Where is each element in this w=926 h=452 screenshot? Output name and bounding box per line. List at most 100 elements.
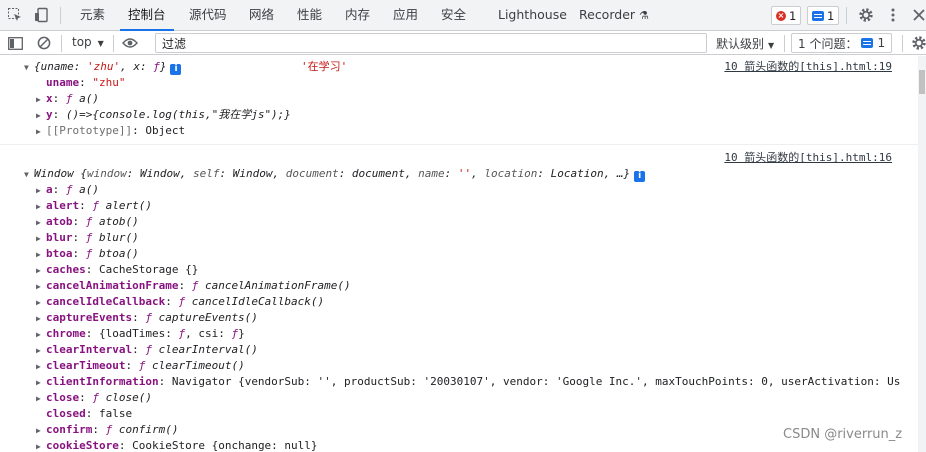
object-preview[interactable]: {uname: 'zhu', x: ƒ} <box>34 60 166 73</box>
property-row[interactable]: ▶ cancelIdleCallback: ƒ cancelIdleCallbac… <box>0 294 918 310</box>
tab-memory[interactable]: 内存 <box>345 0 370 30</box>
object-preview[interactable]: Window {window: Window, self: Window, do… <box>34 167 630 180</box>
tab-lighthouse[interactable]: Lighthouse <box>498 0 567 30</box>
sidebar-toggle-icon[interactable] <box>7 35 23 51</box>
expand-triangle-icon[interactable]: ▶ <box>36 247 46 263</box>
property-row[interactable]: ▶ x: ƒ a() <box>0 91 918 107</box>
property-row[interactable]: ▶ blur: ƒ blur() <box>0 230 918 246</box>
property-value: ƒ a() <box>65 92 99 105</box>
error-count: 1 <box>789 8 797 23</box>
property-row[interactable]: ▶ captureEvents: ƒ captureEvents() <box>0 310 918 326</box>
expand-triangle-icon[interactable]: ▶ <box>36 231 46 247</box>
property-key: [[Prototype]] <box>46 124 133 137</box>
property-row[interactable]: ▶ [[Prototype]]: Object <box>0 123 918 139</box>
property-row[interactable]: uname: "zhu" <box>0 75 918 91</box>
message-count-badge[interactable]: 1 <box>807 6 840 25</box>
console-settings-gear-icon[interactable] <box>911 35 926 51</box>
property-value: false <box>99 407 133 420</box>
clear-console-icon[interactable] <box>36 35 52 51</box>
toolbar-divider <box>60 7 61 24</box>
expand-triangle-icon[interactable]: ▶ <box>36 199 46 215</box>
property-row[interactable]: ▶ caches: CacheStorage {} <box>0 262 918 278</box>
message-icon <box>861 38 874 48</box>
expand-triangle-icon[interactable]: ▶ <box>36 215 46 231</box>
property-row[interactable]: ▶ atob: ƒ atob() <box>0 214 918 230</box>
property-key: captureEvents <box>46 311 133 324</box>
device-toolbar-icon[interactable] <box>33 6 51 24</box>
property-row[interactable]: ▶ confirm: ƒ confirm() <box>0 422 918 438</box>
tab-recorder[interactable]: Recorder ⚗ <box>579 0 649 30</box>
expand-triangle-icon[interactable]: ▶ <box>36 391 46 407</box>
source-link[interactable]: 10 箭头函数的[this].html:19 <box>724 59 892 75</box>
property-row[interactable]: ▶ clearInterval: ƒ clearInterval() <box>0 342 918 358</box>
expand-triangle-icon[interactable]: ▶ <box>36 343 46 359</box>
expand-triangle-icon[interactable]: ▶ <box>36 359 46 375</box>
more-options-icon[interactable] <box>884 6 902 24</box>
live-expression-eye-icon[interactable] <box>122 35 138 51</box>
property-row[interactable]: ▶ btoa: ƒ btoa() <box>0 246 918 262</box>
log-string: '在学习' <box>301 60 348 73</box>
property-row[interactable]: ▶ y: ()=>{console.log(this,"我在学js");} <box>0 107 918 123</box>
toolbar-divider <box>113 35 114 52</box>
expand-triangle-icon[interactable]: ▶ <box>36 263 46 279</box>
preview-text: {uname: <box>34 60 87 73</box>
error-count-badge[interactable]: × 1 <box>771 6 802 25</box>
property-value: ƒ cancelAnimationFrame() <box>191 279 351 292</box>
property-value: ƒ a() <box>65 183 99 196</box>
property-row[interactable]: ▶ alert: ƒ alert() <box>0 198 918 214</box>
context-selector[interactable]: top ▼ <box>72 35 104 49</box>
tab-console[interactable]: 控制台 <box>120 0 173 31</box>
issues-button[interactable]: 1 个问题： 1 <box>791 33 893 53</box>
source-link[interactable]: 10 箭头函数的[this].html:16 <box>724 150 892 166</box>
property-row[interactable]: ▶ a: ƒ a() <box>0 182 918 198</box>
property-row[interactable]: ▶ clientInformation: Navigator {vendorSub… <box>0 374 918 390</box>
tab-application[interactable]: 应用 <box>393 0 418 30</box>
expand-triangle-icon[interactable]: ▶ <box>36 375 46 391</box>
expand-triangle-icon[interactable]: ▶ <box>36 327 46 343</box>
property-row[interactable]: ▶ cancelAnimationFrame: ƒ cancelAnimation… <box>0 278 918 294</box>
info-icon[interactable]: i <box>634 171 646 182</box>
property-row[interactable]: closed: false <box>0 406 918 422</box>
expand-triangle-icon[interactable]: ▼ <box>24 167 34 183</box>
filter-input[interactable] <box>155 33 707 53</box>
property-row[interactable]: ▶ close: ƒ close() <box>0 390 918 406</box>
property-value: ƒ captureEvents() <box>145 311 258 324</box>
expand-triangle-icon[interactable]: ▶ <box>36 439 46 452</box>
property-separator: : <box>125 359 139 372</box>
expand-triangle-icon[interactable]: ▶ <box>36 423 46 439</box>
property-separator: : <box>85 327 99 340</box>
devtools-tab-bar: 元素 控制台 源代码 网络 性能 内存 应用 安全 Lighthouse Rec… <box>0 0 926 31</box>
tab-network[interactable]: 网络 <box>249 0 274 30</box>
property-value: ƒ atob() <box>85 215 139 228</box>
property-value: CookieStore {onchange: null} <box>132 439 318 452</box>
tab-sources[interactable]: 源代码 <box>189 0 227 30</box>
property-row[interactable]: ▶ cookieStore: CookieStore {onchange: nul… <box>0 438 918 452</box>
expand-triangle-icon[interactable]: ▶ <box>36 124 46 140</box>
property-separator: : <box>52 108 66 121</box>
tab-security[interactable]: 安全 <box>441 0 466 30</box>
tab-performance[interactable]: 性能 <box>297 0 322 30</box>
property-value: ƒ clearInterval() <box>145 343 258 356</box>
inspect-element-icon[interactable] <box>6 6 24 24</box>
toolbar-divider <box>846 7 847 24</box>
expand-triangle-icon[interactable]: ▶ <box>36 311 46 327</box>
property-separator: : <box>52 92 66 105</box>
property-separator: : <box>132 311 146 324</box>
info-icon[interactable]: i <box>170 64 182 75</box>
console-message: 10 箭头函数的[this].html:16 ▼ Window {window: … <box>0 145 918 452</box>
expand-triangle-icon[interactable]: ▶ <box>36 108 46 124</box>
log-levels-dropdown[interactable]: 默认级别 ▼ <box>716 35 774 52</box>
expand-triangle-icon[interactable]: ▶ <box>36 92 46 108</box>
property-separator: : <box>158 375 172 388</box>
settings-gear-icon[interactable] <box>857 6 875 24</box>
expand-triangle-icon[interactable]: ▼ <box>24 60 34 76</box>
property-row[interactable]: ▶ clearTimeout: ƒ clearTimeout() <box>0 358 918 374</box>
expand-triangle-icon[interactable]: ▶ <box>36 295 46 311</box>
vertical-scrollbar[interactable] <box>918 56 926 452</box>
tab-elements[interactable]: 元素 <box>80 0 105 30</box>
property-row[interactable]: ▶ chrome: {loadTimes: ƒ, csi: ƒ} <box>0 326 918 342</box>
close-icon[interactable] <box>910 6 926 24</box>
expand-triangle-icon[interactable]: ▶ <box>36 279 46 295</box>
expand-triangle-icon[interactable]: ▶ <box>36 183 46 199</box>
scrollbar-thumb[interactable] <box>919 70 925 94</box>
